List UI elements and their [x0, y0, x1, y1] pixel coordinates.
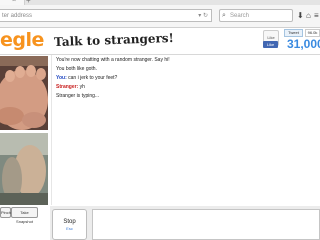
search-placeholder: Search [230, 13, 250, 19]
site-header: egle Talk to strangers! Like Like Tweet … [0, 28, 320, 55]
tweet-button[interactable]: Tweet [284, 29, 303, 37]
address-bar[interactable]: ter address ▾ ↻ [0, 9, 212, 22]
tagline: Talk to strangers! [53, 30, 175, 50]
status-message: You're now chatting with a random strang… [56, 57, 170, 63]
feet-image [0, 56, 48, 130]
tweet-count: 96.0k [305, 29, 320, 37]
download-icon[interactable]: ⬇ [297, 11, 304, 20]
search-input[interactable]: ⌕ Search [219, 9, 293, 22]
message-text: yh [79, 84, 85, 90]
self-camera-image [0, 133, 48, 205]
status-message: You both like goth. [56, 66, 97, 72]
online-count: 31,000 [287, 37, 320, 51]
self-video [0, 133, 48, 205]
home-icon[interactable]: ⌂ [306, 11, 311, 20]
chat-message: You: can i jerk to your feet? [52, 74, 320, 83]
stop-shortcut: Esc [66, 226, 73, 231]
site-logo[interactable]: egle [0, 29, 44, 51]
stop-label: Stop [63, 219, 76, 225]
search-icon: ⌕ [222, 12, 226, 19]
facebook-like-button[interactable]: Like [263, 41, 278, 48]
menu-icon[interactable]: ≡ [314, 11, 319, 20]
reload-icon[interactable]: ▾ ↻ [198, 10, 208, 21]
stranger-video [0, 56, 48, 130]
pinch-button[interactable]: Pinch [0, 207, 11, 218]
chat-controls: Stop Esc [50, 206, 320, 240]
take-snapshot-button[interactable]: Take Snapshot [11, 207, 38, 224]
browser-toolbar: ter address ▾ ↻ ⌕ Search ⬇ ⌂ ≡ [0, 5, 320, 28]
stop-button[interactable]: Stop Esc [52, 209, 87, 240]
address-placeholder: ter address [2, 13, 33, 19]
message-text: can i jerk to your feet? [68, 75, 118, 81]
speaker-label: Stranger: [56, 84, 79, 90]
chat-message: Stranger: yh [52, 83, 320, 92]
message-input[interactable] [92, 209, 320, 240]
typing-indicator: Stranger is typing... [56, 93, 100, 99]
chat-log: You're now chatting with a random strang… [51, 55, 320, 205]
speaker-label: You: [56, 75, 67, 81]
